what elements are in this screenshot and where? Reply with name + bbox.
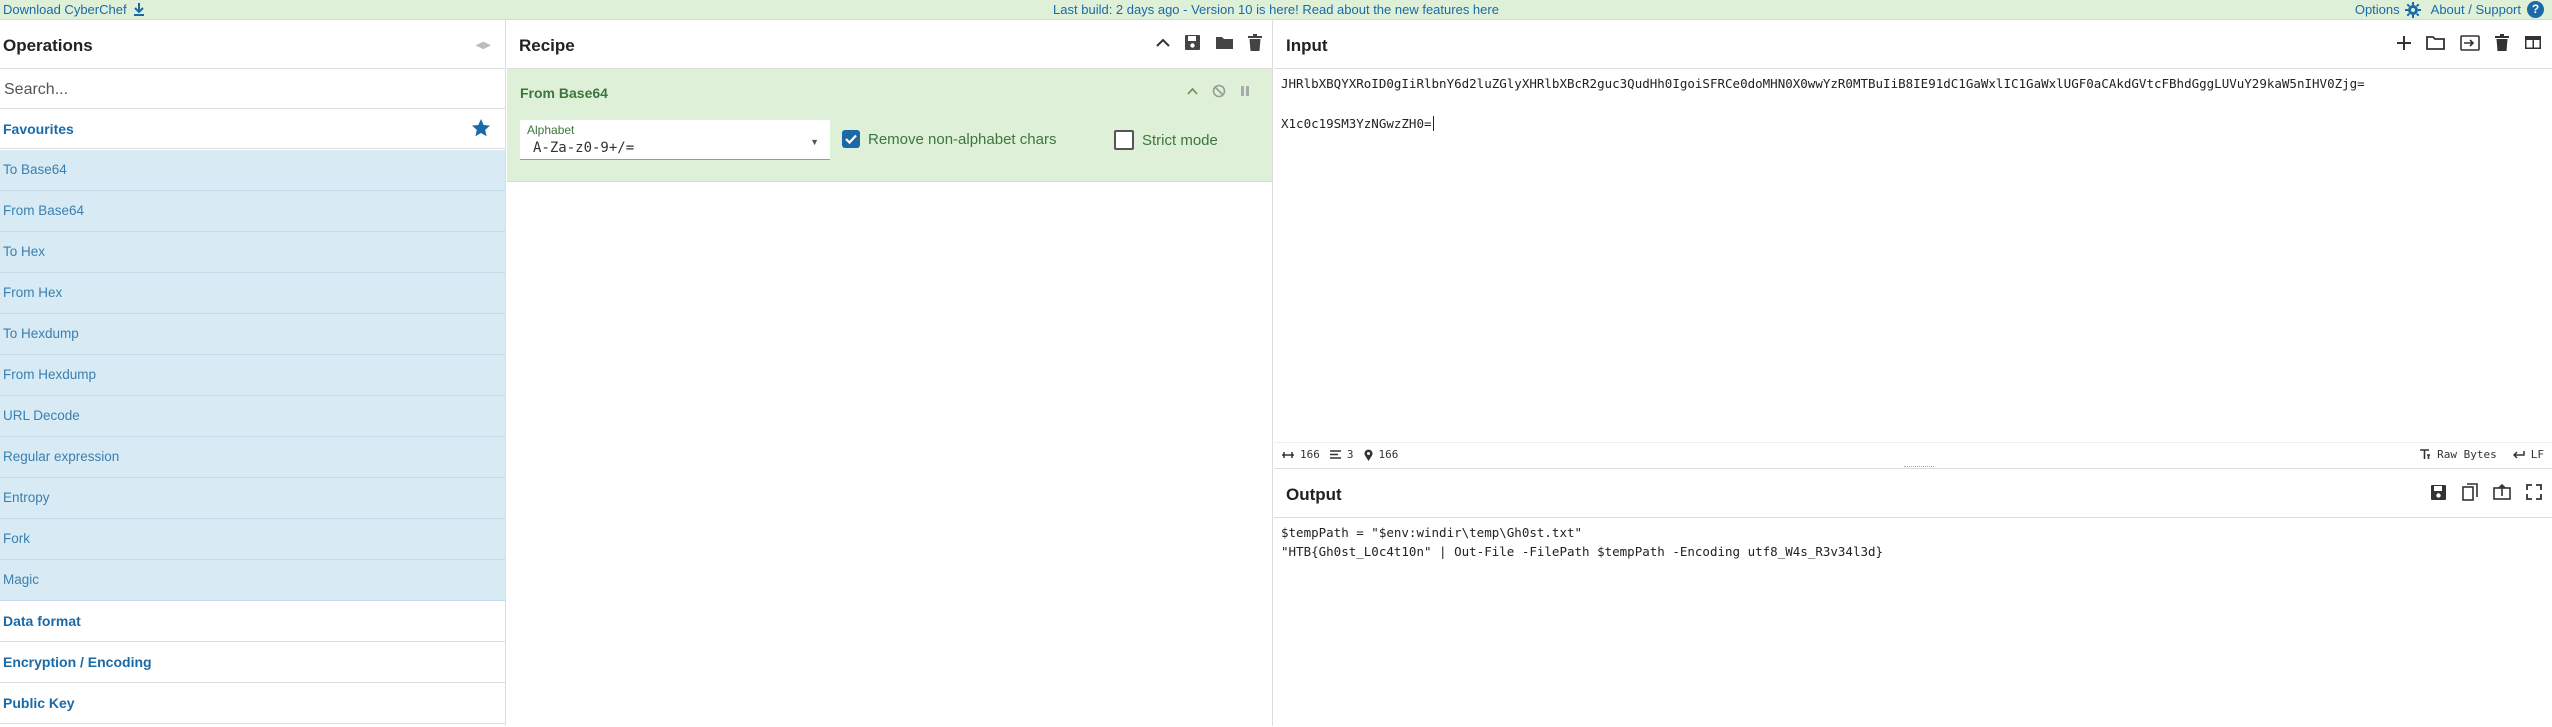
input-title: Input (1286, 36, 1328, 55)
location-pin-icon (1364, 449, 1372, 461)
output-title: Output (1286, 485, 1342, 504)
build-message[interactable]: Last build: 2 days ago - Version 10 is h… (0, 0, 2552, 19)
input-line-1[interactable]: JHRlbXBQYXRoID0gIiRlbnY6d2luZGlyXHRlbXBc… (1281, 74, 2541, 94)
strict-mode-label[interactable]: Strict mode (1142, 132, 1218, 149)
length-value: 166 (1300, 448, 1320, 461)
disable-icon[interactable] (1212, 84, 1226, 98)
eol-selector[interactable]: LF (2512, 448, 2544, 461)
return-arrow-icon[interactable] (2512, 450, 2525, 459)
input-panel: Input JHRlbXBQYXRoID0gIiRlbnY6d2luZGlyXH… (1274, 20, 2552, 466)
strict-mode-option[interactable]: Strict mode (1114, 130, 1218, 150)
input-line-3[interactable]: X1c0c19SM3YzNGwzZH0= (1281, 114, 2541, 134)
recipe-header: Recipe (507, 20, 1272, 69)
input-line-3-text[interactable]: X1c0c19SM3YzNGwzZH0= (1281, 116, 1432, 131)
favourites-label[interactable]: Favourites (3, 121, 74, 137)
output-line-1[interactable]: $tempPath = "$env:windir\temp\Gh0st.txt" (1281, 523, 2541, 542)
chevron-up-icon[interactable] (1187, 87, 1198, 95)
operation-item[interactable]: From Base64 (0, 191, 505, 232)
chevron-up-icon[interactable] (1156, 38, 1170, 48)
operation-item[interactable]: Magic (0, 560, 505, 601)
operation-item[interactable]: To Hex (0, 232, 505, 273)
remove-nonalpha-label[interactable]: Remove non-alphabet chars (868, 131, 1056, 148)
recipe-operation-from-base64[interactable]: From Base64 Alphabet A-Za-z0-9+/= ▼ Remo… (507, 69, 1272, 182)
operation-item[interactable]: To Hexdump (0, 314, 505, 355)
output-panel: Output $tempPath = "$env:windir\temp\Gh0… (1274, 468, 2552, 727)
alphabet-value[interactable]: A-Za-z0-9+/= (533, 140, 634, 156)
top-banner: Download CyberChef Last build: 2 days ag… (0, 0, 2552, 20)
operation-item[interactable]: From Hexdump (0, 355, 505, 396)
save-icon[interactable] (2430, 484, 2447, 501)
recipe-title: Recipe (519, 36, 575, 55)
operation-item[interactable]: From Hex (0, 273, 505, 314)
trash-icon[interactable] (2495, 34, 2509, 51)
operation-item[interactable]: Entropy (0, 478, 505, 519)
open-folder-icon[interactable] (2426, 35, 2445, 50)
remove-nonalpha-checkbox[interactable] (842, 130, 860, 148)
encoding-selector[interactable]: Raw Bytes (2419, 448, 2497, 461)
layout-icon[interactable] (2524, 35, 2542, 50)
recipe-panel: Recipe From Base64 Alphabet A-Za-z0-9+/=… (507, 20, 1273, 726)
alphabet-label: Alphabet (527, 123, 575, 137)
search-box[interactable] (0, 69, 505, 109)
encoding-value[interactable]: Raw Bytes (2437, 448, 2497, 461)
operation-item[interactable]: Fork (0, 519, 505, 560)
lines-stat: 3 (1329, 448, 1354, 461)
lines-icon (1329, 450, 1341, 459)
category-favourites[interactable]: Favourites (0, 109, 505, 149)
category-item[interactable]: Public Key (0, 683, 505, 724)
maximize-icon[interactable] (2526, 484, 2542, 500)
position-value: 166 (1378, 448, 1399, 461)
operation-item[interactable]: URL Decode (0, 396, 505, 437)
operations-panel: Operations ◀▶ Favourites To Base64From B… (0, 20, 506, 726)
copy-icon[interactable] (2462, 483, 2478, 501)
eol-value[interactable]: LF (2531, 448, 2544, 461)
star-icon (472, 119, 490, 137)
operation-title: From Base64 (520, 85, 608, 101)
operations-title: Operations (3, 36, 93, 55)
strict-mode-checkbox[interactable] (1114, 130, 1134, 150)
output-line-2[interactable]: "HTB{Gh0st_L0c4t10n" | Out-File -FilePat… (1281, 542, 2541, 561)
operation-item[interactable]: Regular expression (0, 437, 505, 478)
options-link[interactable]: Options (2355, 0, 2421, 19)
pause-icon[interactable] (1240, 85, 1250, 97)
save-icon[interactable] (1184, 34, 1201, 51)
category-item[interactable]: Encryption / Encoding (0, 642, 505, 683)
position-stat: 166 (1364, 448, 1399, 461)
category-item[interactable]: Data format (0, 601, 505, 642)
input-textarea[interactable]: JHRlbXBQYXRoID0gIiRlbnY6d2luZGlyXHRlbXBc… (1281, 74, 2541, 134)
import-icon[interactable] (2460, 34, 2480, 51)
replace-input-icon[interactable] (2493, 484, 2511, 500)
trash-icon[interactable] (1248, 34, 1262, 51)
operation-item[interactable]: To Base64 (0, 150, 505, 191)
checkmark-icon (845, 134, 857, 145)
plus-icon[interactable] (2397, 35, 2411, 50)
lines-value: 3 (1346, 448, 1354, 461)
text-cursor (1432, 116, 1434, 131)
options-label[interactable]: Options (2355, 0, 2400, 19)
operations-header: Operations ◀▶ (0, 20, 505, 69)
collapse-icon[interactable]: ◀▶ (476, 40, 491, 51)
about-link[interactable]: About / Support ? (2431, 0, 2544, 19)
input-line-2[interactable] (1281, 94, 2541, 114)
length-stat: 166 (1282, 448, 1320, 461)
output-textarea[interactable]: $tempPath = "$env:windir\temp\Gh0st.txt"… (1281, 523, 2541, 561)
help-icon[interactable]: ? (2527, 1, 2544, 18)
input-status-bar: 166 3 166 Raw Bytes LF (1274, 442, 2552, 467)
output-header: Output (1274, 469, 2552, 518)
length-icon (1282, 451, 1294, 458)
folder-icon[interactable] (1215, 35, 1234, 50)
about-label[interactable]: About / Support (2431, 0, 2521, 19)
text-encoding-icon[interactable] (2419, 449, 2431, 460)
search-input[interactable] (2, 80, 486, 100)
chevron-down-icon[interactable]: ▼ (810, 137, 819, 147)
gear-icon[interactable] (2404, 1, 2421, 18)
remove-nonalpha-option[interactable]: Remove non-alphabet chars (842, 130, 1056, 148)
input-header: Input (1274, 20, 2552, 69)
alphabet-select[interactable]: Alphabet A-Za-z0-9+/= ▼ (520, 120, 830, 160)
